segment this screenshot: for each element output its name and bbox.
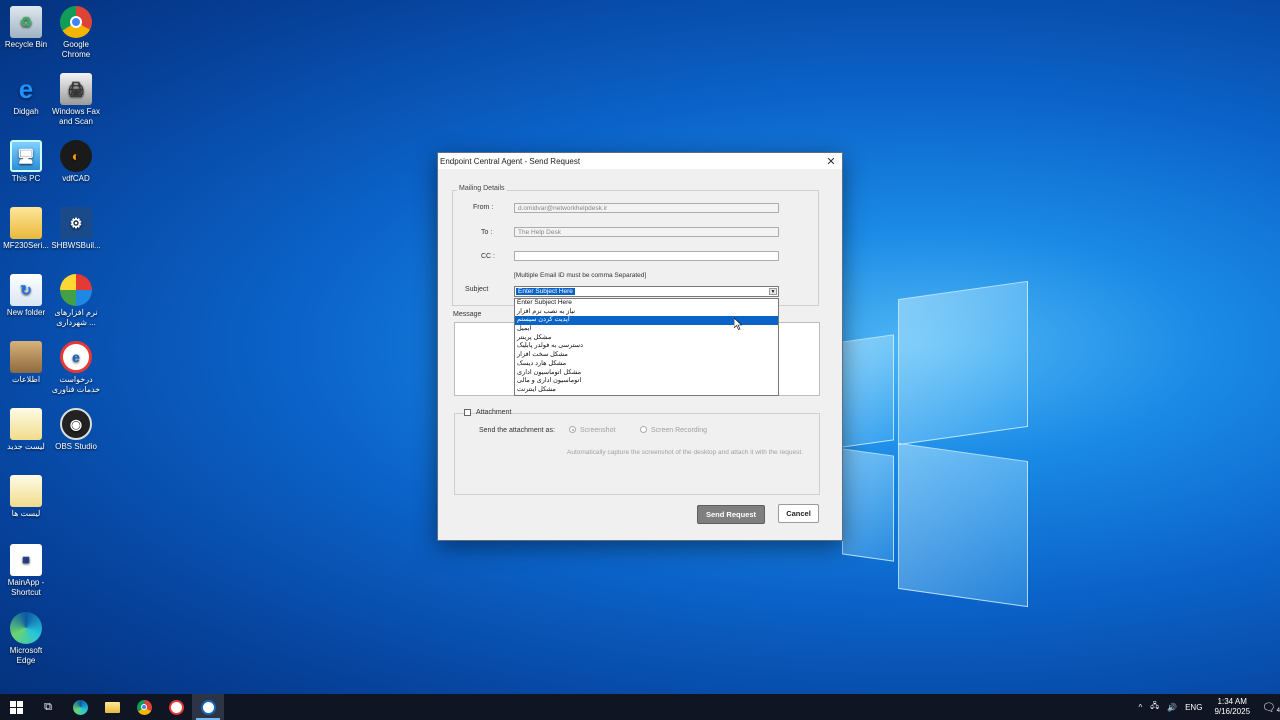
desktop-icon-lists[interactable]: لیست ها (0, 475, 52, 519)
desktop-icon-recycle-bin[interactable]: ♻ Recycle Bin (0, 6, 52, 50)
folder-icon: ↻ (10, 274, 42, 306)
dropdown-option[interactable]: مشکل سخت افزار (515, 351, 778, 360)
fax-scanner-icon: 🖨 (60, 73, 92, 105)
cancel-button[interactable]: Cancel (778, 504, 819, 523)
cc-field[interactable] (514, 251, 779, 261)
vdfcad-icon: ◐ (60, 140, 92, 172)
subject-select[interactable]: Enter Subject Here ▼ (514, 286, 779, 297)
clock-time: 1:34 AM (1217, 697, 1247, 706)
attachment-label: Attachment (476, 409, 512, 416)
desktop-icon-google-chrome[interactable]: Google Chrome (50, 6, 102, 60)
subject-selected-value: Enter Subject Here (516, 288, 575, 295)
desktop-icon-it-request[interactable]: e درخواست خدمات فناوری (50, 341, 102, 395)
windows-logo-wallpaper (842, 280, 1032, 612)
dropdown-option[interactable]: Enter Subject Here (515, 299, 778, 308)
edge-icon (10, 612, 42, 644)
dialog-title: Endpoint Central Agent - Send Request (440, 156, 581, 166)
dropdown-option[interactable]: مشکل هارد دیسک (515, 360, 778, 369)
desktop-icon-new-list[interactable]: لیست جدید (0, 408, 52, 452)
screen-recording-radio[interactable] (640, 426, 647, 433)
mainapp-icon: ▦ (10, 544, 42, 576)
volume-icon[interactable]: 🔊 (1163, 703, 1181, 712)
desktop-icon-shbwsbuild[interactable]: ⚙ SHBWSBuil... (50, 207, 102, 251)
send-as-label: Send the attachment as: (479, 427, 555, 434)
screenshot-label: Screenshot (580, 427, 616, 434)
service-request-taskbar-icon[interactable] (160, 694, 192, 720)
clock[interactable]: 1:34 AM 9/16/2025 (1206, 697, 1258, 717)
desktop-icon-mf230[interactable]: MF230Seri... (0, 207, 52, 251)
to-label: To : (481, 229, 493, 236)
dropdown-option[interactable]: مشکل اتوماسیون اداری (515, 369, 778, 378)
cc-label: CC : (481, 253, 495, 260)
subject-dropdown-list: Enter Subject Here نیاز به نصب نرم افزار… (514, 298, 779, 396)
chrome-taskbar-icon[interactable] (128, 694, 160, 720)
message-label: Message (453, 311, 482, 318)
desktop-icon-windows-fax-scan[interactable]: 🖨 Windows Fax and Scan (50, 73, 102, 127)
screenshot-radio[interactable] (569, 426, 576, 433)
chrome-icon (60, 6, 92, 38)
shbwsbuild-icon: ⚙ (60, 207, 92, 239)
to-field: The Help Desk (514, 227, 779, 237)
mouse-cursor-icon (734, 318, 742, 330)
send-request-button[interactable]: Send Request (697, 505, 765, 524)
chevron-down-icon[interactable]: ▼ (769, 288, 777, 295)
attachment-checkbox[interactable] (464, 409, 471, 416)
desktop-icon-this-pc[interactable]: 🖥 This PC (0, 140, 52, 184)
notification-badge: 4 (1276, 707, 1280, 714)
software-logo-icon (60, 274, 92, 306)
dropdown-option[interactable]: مشکل اینترنت (515, 386, 778, 395)
dropdown-option[interactable]: اتوماسیون اداری و مالی (515, 377, 778, 386)
dropdown-option[interactable]: دسترسی به فولدر پابلیک (515, 342, 778, 351)
edge-taskbar-icon[interactable] (64, 694, 96, 720)
desktop-icon-mainapp[interactable]: ▦ MainApp - Shortcut (0, 544, 52, 598)
mailing-details-title: Mailing Details (457, 185, 507, 192)
attachment-hint: Automatically capture the screenshot of … (567, 449, 803, 456)
document-icon (10, 475, 42, 507)
subject-label: Subject (465, 286, 489, 293)
send-request-dialog: Endpoint Central Agent - Send Request ✕ … (437, 152, 843, 541)
desktop-icon-didgah[interactable]: e Didgah (0, 73, 52, 117)
desktop-icon-info[interactable]: اطلاعات (0, 341, 52, 385)
cc-hint: [Multiple Email ID must be comma Separat… (514, 272, 647, 279)
computer-icon: 🖥 (10, 140, 42, 172)
clock-date: 9/16/2025 (1214, 707, 1251, 716)
desktop-icon-vdfcad[interactable]: ◐ vdfCAD (50, 140, 102, 184)
document-icon (10, 408, 42, 440)
recycle-bin-icon: ♻ (10, 6, 42, 38)
service-request-icon: e (60, 341, 92, 373)
from-label: From : (473, 204, 494, 211)
notification-center-icon[interactable]: 🗨 4 (1258, 701, 1280, 714)
archive-icon (10, 341, 42, 373)
network-icon[interactable]: 🖧 (1146, 700, 1163, 714)
screen-recording-label: Screen Recording (651, 427, 708, 434)
chevron-up-icon[interactable]: ^ (1134, 703, 1146, 712)
task-view-icon[interactable]: ⧉ (32, 694, 64, 720)
from-field: d.omidvar@networkhelpdesk.ir (514, 203, 779, 213)
desktop-icon-new-folder[interactable]: ↻ New folder (0, 274, 52, 318)
dialog-titlebar[interactable]: Endpoint Central Agent - Send Request ✕ (438, 153, 842, 169)
desktop-icon-obs-studio[interactable]: ◉ OBS Studio (50, 408, 102, 452)
start-windows-icon[interactable] (0, 694, 32, 720)
file-explorer-icon[interactable] (96, 694, 128, 720)
folder-icon (10, 207, 42, 239)
endpoint-agent-taskbar-icon[interactable] (192, 694, 224, 720)
system-tray: ^ 🖧 🔊 ENG 1:34 AM 9/16/2025 🗨 4 (1134, 694, 1280, 720)
internet-explorer-icon: e (18, 74, 34, 104)
language-indicator[interactable]: ENG (1181, 703, 1206, 712)
obs-icon: ◉ (60, 408, 92, 440)
desktop-icon-microsoft-edge[interactable]: Microsoft Edge (0, 612, 52, 666)
close-icon[interactable]: ✕ (824, 154, 838, 168)
desktop-icon-municipality-software[interactable]: نرم افزارهای ... شهرداری (50, 274, 102, 328)
taskbar: ⧉ ^ 🖧 🔊 ENG 1:34 AM 9/16/2025 🗨 4 (0, 694, 1280, 720)
